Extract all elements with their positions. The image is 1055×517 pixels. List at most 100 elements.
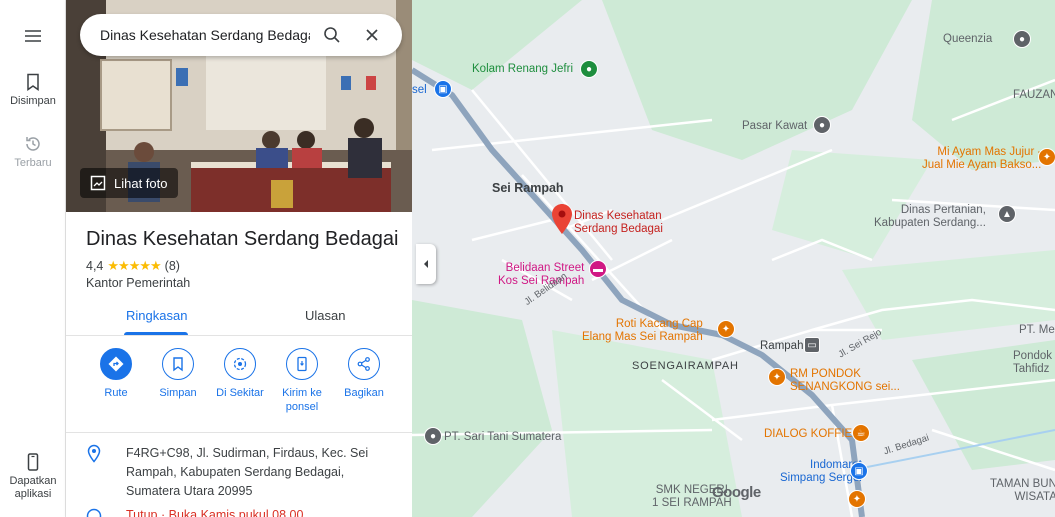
place-poi-icon[interactable]: ● — [1013, 30, 1031, 48]
rail-recent-button[interactable]: Terbaru — [0, 134, 66, 169]
map-label-rm-line2: SENANGKONG sei... — [790, 381, 900, 393]
restaurant-poi-icon[interactable]: ✦ — [717, 320, 735, 338]
rating-value: 4,4 — [86, 259, 104, 273]
address-text: F4RG+C98, Jl. Sudirman, Firdaus, Kec. Se… — [126, 446, 369, 498]
directions-button[interactable]: Rute — [85, 344, 147, 400]
map-label-pt-sari[interactable]: PT. Sari Tani Sumatera — [444, 431, 561, 444]
share-icon — [357, 357, 370, 371]
share-button[interactable]: Bagikan — [333, 344, 395, 400]
phone-icon — [27, 453, 39, 471]
map-label-rm-line1: RM PONDOK — [790, 368, 861, 380]
map-label-soengairampah[interactable]: SOENGAIRAMPAH — [632, 360, 739, 373]
restaurant-poi-icon[interactable]: ✦ — [1038, 148, 1055, 166]
map-label-roti-line1: Roti Kacang Cap — [615, 318, 703, 330]
lodging-poi-icon[interactable]: ▬ — [589, 260, 607, 278]
place-title: Dinas Kesehatan Serdang Bedagai — [86, 228, 399, 250]
shopping-poi-icon[interactable]: ▣ — [850, 462, 868, 480]
search-button[interactable] — [314, 17, 350, 53]
map-label-pondok-line1: Pondok — [1013, 350, 1053, 362]
map-label-pondok-line2: Tahfidz — [1013, 363, 1050, 375]
search-input[interactable] — [100, 27, 310, 43]
nearby-circle — [224, 348, 256, 380]
map-label-pt-me[interactable]: PT. Me — [1019, 324, 1055, 337]
place-panel: Lihat foto Dinas Kesehatan Serdang Bedag… — [66, 0, 412, 517]
send-to-phone-circle — [286, 348, 318, 380]
history-icon — [26, 137, 40, 151]
save-button[interactable]: Simpan — [147, 344, 209, 400]
map-pin-icon[interactable] — [552, 204, 572, 234]
map-label-sei-rampah[interactable]: Sei Rampah — [492, 182, 564, 195]
map-label-taman-line1: TAMAN BUN — [990, 478, 1055, 490]
park-poi-icon[interactable]: ● — [580, 60, 598, 78]
map-label-fauzan[interactable]: FAUZAN — [1013, 89, 1055, 102]
map-label-pin-line1: Dinas Kesehatan — [574, 210, 662, 222]
menu-button[interactable] — [0, 26, 66, 49]
rail-get-app-label: Dapatkan aplikasi — [9, 475, 57, 500]
rail-get-app-button[interactable]: Dapatkan aplikasi — [0, 452, 66, 501]
save-label: Simpan — [159, 387, 197, 399]
shopping-poi-icon[interactable]: ▣ — [434, 80, 452, 98]
clear-search-button[interactable] — [354, 17, 390, 53]
map-label-kolam[interactable]: Kolam Renang Jefri — [472, 63, 573, 76]
rating-row[interactable]: 4,4 ★★★★★ (8) — [86, 258, 180, 274]
collapse-panel-button[interactable] — [416, 244, 436, 284]
send-to-phone-button[interactable]: Kirim ke ponsel — [271, 344, 333, 414]
map-label-sel[interactable]: sel — [412, 84, 427, 97]
map-label-rampah[interactable]: Rampah — [760, 340, 803, 353]
map-label-dinas-pertanian[interactable]: Dinas Pertanian, Kabupaten Serdang... — [874, 204, 986, 230]
place-poi-icon[interactable]: ● — [424, 427, 442, 445]
menu-icon — [25, 30, 41, 42]
rail-saved-label: Disimpan — [10, 95, 56, 107]
see-photos-button[interactable]: Lihat foto — [80, 168, 178, 198]
hours-row[interactable]: Tutup · Buka Kamis pukul 08.00 — [66, 508, 412, 517]
government-poi-icon[interactable]: ▲ — [998, 205, 1016, 223]
directions-icon — [108, 356, 124, 372]
map-label-mi-ayam-line1: Mi Ayam Mas Jujur - — [937, 146, 1042, 158]
map-label-taman-line2: WISATA — [1014, 491, 1055, 503]
clock-icon — [86, 508, 102, 517]
rail-recent-label: Terbaru — [14, 157, 52, 169]
cafe-poi-icon[interactable]: ☕ — [852, 424, 870, 442]
active-tab-indicator — [124, 332, 188, 335]
map-label-pin[interactable]: Dinas Kesehatan Serdang Bedagai — [574, 210, 663, 236]
close-icon — [366, 29, 378, 41]
map-label-queenzia[interactable]: Queenzia — [943, 33, 992, 46]
share-label: Bagikan — [344, 387, 384, 399]
map-label-pasar[interactable]: Pasar Kawat — [742, 120, 807, 133]
rating-stars-icon: ★★★★★ — [107, 258, 161, 273]
tab-reviews[interactable]: Ulasan — [305, 308, 345, 323]
map-label-roti[interactable]: Roti Kacang Cap Elang Mas Sei Rampah — [582, 318, 703, 344]
save-circle — [162, 348, 194, 380]
chevron-left-icon — [424, 260, 428, 268]
place-category[interactable]: Kantor Pemerintah — [86, 276, 190, 290]
restaurant-poi-icon[interactable]: ✦ — [768, 368, 786, 386]
map-label-rm-pondok[interactable]: RM PONDOK SENANGKONG sei... — [790, 368, 900, 394]
bus-stop-icon[interactable]: ▭ — [804, 337, 820, 353]
see-photos-label: Lihat foto — [114, 175, 168, 191]
nearby-button[interactable]: Di Sekitar — [209, 344, 271, 400]
share-circle — [348, 348, 380, 380]
map-label-roti-line2: Elang Mas Sei Rampah — [582, 331, 703, 343]
map-label-taman[interactable]: TAMAN BUN WISATA — [990, 478, 1055, 504]
rail-saved-button[interactable]: Disimpan — [0, 72, 66, 107]
map-label-belidaan-line1: Belidaan Street — [505, 262, 585, 274]
send-to-phone-label: Kirim ke ponsel — [282, 387, 322, 413]
nearby-icon — [233, 357, 247, 371]
bookmark-icon — [173, 357, 183, 372]
review-count: (8) — [164, 259, 180, 273]
map-label-mi-ayam-line2: Jual Mie Ayam Bakso... — [922, 159, 1042, 171]
action-buttons: Rute Simpan Di Sekitar Kirim ke ponsel B… — [66, 344, 412, 424]
tab-overview[interactable]: Ringkasan — [126, 308, 187, 323]
map-label-dinas-pertanian-line1: Dinas Pertanian, — [900, 204, 986, 216]
map-label-mi-ayam[interactable]: Mi Ayam Mas Jujur - Jual Mie Ayam Bakso.… — [922, 146, 1041, 172]
place-poi-icon[interactable]: ● — [813, 116, 831, 134]
google-logo: Google — [712, 484, 761, 501]
nearby-label: Di Sekitar — [216, 387, 264, 399]
divider — [66, 432, 412, 433]
map-label-dialog[interactable]: DIALOG KOFFIE — [764, 428, 852, 441]
bookmark-icon — [27, 73, 39, 91]
map-label-pondok[interactable]: Pondok Tahfidz — [1013, 350, 1052, 376]
map-label-dinas-pertanian-line2: Kabupaten Serdang... — [874, 217, 986, 229]
map-canvas[interactable]: ● Kolam Renang Jefri ▣ sel Queenzia ● FA… — [412, 0, 1055, 517]
restaurant-poi-icon[interactable]: ✦ — [848, 490, 866, 508]
